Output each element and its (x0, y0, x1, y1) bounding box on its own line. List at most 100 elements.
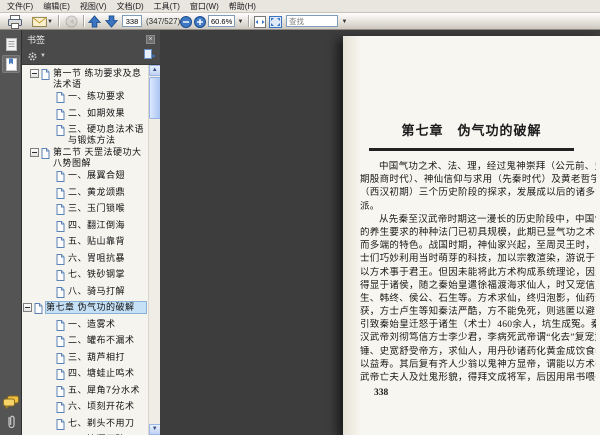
bookmark-item[interactable]: 三、硬功息法术语与锻炼方法 (22, 124, 146, 145)
bookmark-item[interactable]: 六、胃咀抗暴 (22, 253, 146, 268)
bookmark-item[interactable]: 四、翻江倒海 (22, 220, 146, 235)
body-line: 获，方士卢生等知秦法严酷，方不能免死，则逃匿以避，终 (360, 307, 596, 318)
comments-icon (3, 395, 19, 409)
zoom-in-icon (193, 15, 206, 28)
menu-item[interactable]: 窗口(W) (185, 0, 224, 12)
bookmark-page-icon (56, 402, 65, 413)
zoom-level-input[interactable] (208, 15, 235, 27)
bookmarks-panel-button[interactable] (2, 55, 20, 73)
scroll-up-button[interactable]: ▲ (149, 65, 160, 76)
body-line: 期殷商时代）、神仙信仰与求用（先秦时代）及黄老哲学说 (360, 175, 596, 186)
previous-page-button[interactable] (87, 14, 102, 29)
body-line: 引致秦始皇迁怒于诸生（术士）460余人，坑生成冤。秦后 (360, 320, 596, 331)
bookmark-item[interactable]: 第二节 天罡法硬功大八势图解 (22, 147, 146, 168)
scroll-down-button[interactable]: ▼ (149, 424, 160, 435)
page-number: 338 (374, 388, 389, 398)
bookmark-item[interactable]: 六、顷刻开花术 (22, 401, 146, 416)
bookmark-icon (56, 368, 67, 383)
bookmark-icon (56, 220, 67, 235)
bookmark-label: 七、铁砂钢掌 (68, 269, 126, 279)
menu-item[interactable]: 帮助(H) (224, 0, 261, 12)
bookmark-tree: ▲ ▼ 第一节 练功要求及息法术语一、练功要求 二、如期效果三、硬功息法术语与锻炼… (22, 65, 160, 435)
body-line: （西汉初期）三个历史阶段的探求，发展成以后的诸多流 (360, 188, 596, 199)
previous-view-button[interactable] (62, 14, 80, 29)
bookmark-icon (56, 124, 67, 139)
comments-panel-button[interactable] (2, 393, 20, 411)
scrollbar-thumb[interactable] (149, 77, 160, 119)
attachments-panel-button[interactable] (2, 413, 20, 431)
navigation-strip (0, 30, 22, 435)
bookmark-page-icon (56, 270, 65, 281)
bookmark-item[interactable]: 七、铁砂钢掌 (22, 269, 146, 284)
bookmark-label: 三、硬功息法术语与锻炼方法 (68, 124, 145, 145)
bookmark-item[interactable]: 二、罐布不漏术 (22, 335, 146, 350)
menu-bar: 文件(F) 编辑(E) 视图(V) 文档(D) 工具(T) 窗口(W) 帮助(H) (0, 0, 600, 13)
tree-scrollbar[interactable]: ▲ ▼ (148, 65, 160, 435)
find-dropdown-button[interactable]: ▼ (340, 16, 349, 27)
menu-item[interactable]: 视图(V) (75, 0, 112, 12)
bookmark-label: 二、如期效果 (68, 107, 126, 118)
collapse-icon[interactable] (30, 69, 39, 78)
pages-panel-button[interactable] (2, 35, 20, 53)
bookmark-item[interactable]: 五、贴山靠背 (22, 236, 146, 251)
menu-item[interactable]: 工具(T) (149, 0, 185, 12)
bookmark-item[interactable]: 二、如期效果 (22, 108, 146, 123)
menu-item[interactable]: 文档(D) (112, 0, 149, 12)
bookmark-item[interactable]: 二、黄龙颂鼎 (22, 187, 146, 202)
printer-icon (8, 14, 22, 29)
zoom-in-button[interactable] (193, 14, 206, 29)
bookmark-page-icon (41, 69, 50, 80)
previous-view-icon (65, 15, 77, 28)
fullscreen-button[interactable] (268, 14, 283, 29)
bookmark-item[interactable]: 一、练功要求 (22, 91, 146, 106)
bookmark-item[interactable]: 一、展翼合翅 (22, 170, 146, 185)
options-menu-button[interactable]: ▼ (27, 51, 46, 62)
panel-header: 书签 × (22, 30, 160, 48)
bookmark-page-icon (56, 171, 65, 182)
bookmark-item[interactable]: 七、剃头不用刀 (22, 418, 146, 433)
bookmark-icon (56, 269, 67, 284)
bookmark-icon (41, 147, 52, 162)
bookmark-item[interactable]: 三、玉门锁喉 (22, 203, 146, 218)
bookmark-item[interactable]: 四、塘蛙止鸣术 (22, 368, 146, 383)
bookmark-label: 二、黄龙颂鼎 (68, 186, 126, 197)
next-page-button[interactable] (104, 14, 119, 29)
bookmark-icon (56, 253, 67, 268)
bookmark-item[interactable]: 第一节 练功要求及息法术语 (22, 68, 146, 89)
bookmark-label: 四、翻江倒海 (68, 219, 126, 230)
body-line: 得显于诸侯，随之秦始皇遣徐福渡海求仙人，时又宠信卢 (360, 280, 596, 291)
page-number-input[interactable] (122, 15, 142, 27)
collapse-icon[interactable] (23, 303, 32, 312)
bookmark-item[interactable]: 三、葫芦相打 (22, 352, 146, 367)
bookmark-item[interactable]: 五、犀角7分水术 (22, 385, 146, 400)
bookmark-item[interactable]: 一、造雾术 (22, 319, 146, 334)
zoom-out-icon (179, 15, 192, 28)
bookmark-item[interactable]: 八、骑马打解 (22, 286, 146, 301)
menu-item[interactable]: 编辑(E) (38, 0, 75, 12)
email-button[interactable]: ▼ (29, 14, 56, 29)
bookmark-label: 三、葫芦相打 (68, 351, 126, 362)
bookmark-label: 八、骑马打解 (68, 285, 126, 296)
expand-current-bookmark-button[interactable] (143, 47, 155, 65)
bookmark-page-icon (41, 148, 50, 159)
collapse-icon[interactable] (30, 148, 39, 157)
zoom-out-button[interactable] (179, 14, 192, 29)
toolbar-separator (248, 15, 249, 27)
pdf-reader-window: 文件(F) 编辑(E) 视图(V) 文档(D) 工具(T) 窗口(W) 帮助(H) ▼ (0, 0, 600, 435)
email-icon (32, 16, 47, 27)
bookmark-icon (56, 187, 67, 202)
title-rule (369, 148, 574, 151)
menu-item[interactable]: 文件(F) (2, 0, 38, 12)
bookmark-label: 第二节 天罡法硬功大八势图解 (53, 147, 142, 168)
bookmark-label: 一、造雾术 (68, 318, 116, 329)
bookmark-page-icon (56, 286, 65, 298)
zoom-dropdown-button[interactable]: ▼ (236, 16, 245, 27)
find-input[interactable] (286, 15, 338, 27)
body-line: 以益寿。其后复有齐人少翁以鬼神方显帝，谓能以方术夜致 (360, 359, 596, 370)
fit-width-button[interactable] (252, 14, 267, 29)
body-line: 生、韩终、侯公、石生等。方术求仙，终归泡影，仙药无 (360, 293, 596, 304)
print-button[interactable] (4, 14, 26, 29)
bookmark-page-icon (56, 253, 65, 265)
panel-close-button[interactable]: × (146, 34, 155, 44)
bookmark-item[interactable]: 第七章 伪气功的破解 (22, 301, 147, 317)
